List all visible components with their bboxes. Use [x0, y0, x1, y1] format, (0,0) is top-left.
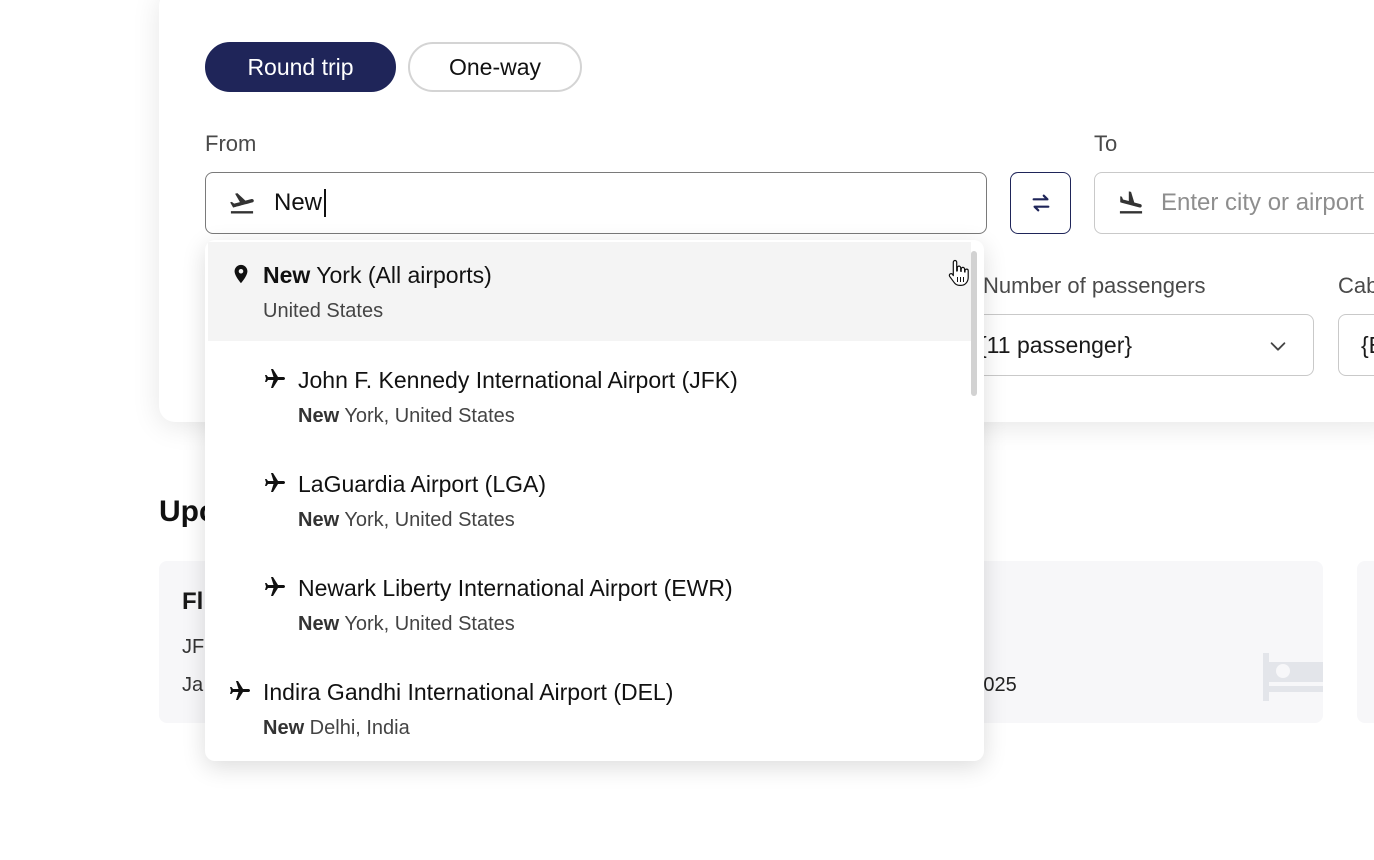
upcoming-trip-card-2[interactable] — [1357, 561, 1374, 723]
match-text: New — [298, 509, 340, 531]
suggestion-name: York (All airports) — [310, 262, 492, 288]
cabin-select[interactable]: {E — [1338, 314, 1374, 376]
suggestion-name: Newark Liberty International Airport (EW… — [298, 575, 733, 601]
suggestion-del[interactable]: Indira Gandhi International Airport (DEL… — [208, 661, 971, 761]
one-way-toggle[interactable]: One-way — [408, 42, 582, 92]
chevron-down-icon — [1270, 342, 1286, 351]
plane-icon — [265, 577, 285, 596]
suggestion-new-york-all[interactable]: New York (All airports) United States — [208, 242, 971, 341]
to-label: To — [1094, 131, 1118, 156]
takeoff-icon — [230, 193, 254, 214]
cabin-label: Cabin — [1338, 273, 1374, 298]
to-input[interactable]: Enter city or airport — [1094, 172, 1374, 234]
trip-card-date: Ja — [182, 674, 204, 696]
from-input[interactable]: New — [205, 172, 987, 234]
suggestion-location: York, United States — [339, 405, 515, 427]
passengers-label: Number of passengers — [983, 273, 1206, 298]
trip-card-route: JF — [182, 636, 205, 658]
suggestion-country: United States — [263, 300, 384, 322]
suggestion-ewr[interactable]: Newark Liberty International Airport (EW… — [208, 557, 971, 657]
trip-card-title: Fl — [182, 588, 204, 615]
to-input-placeholder: Enter city or airport — [1161, 189, 1364, 216]
from-input-value: New — [274, 189, 323, 216]
plane-icon — [265, 369, 285, 388]
plane-icon — [230, 681, 250, 700]
cabin-value: {E — [1361, 331, 1374, 358]
round-trip-toggle[interactable]: Round trip — [205, 42, 396, 92]
hotel-bed-icon — [1263, 653, 1323, 701]
hand-pointer-cursor-icon — [948, 259, 969, 286]
suggestion-location: Delhi, India — [304, 717, 410, 739]
plane-icon — [265, 473, 285, 492]
landing-icon — [1119, 191, 1143, 214]
swap-button[interactable] — [1010, 172, 1071, 234]
airport-suggestions-dropdown: New York (All airports) United States Jo… — [205, 240, 984, 761]
from-label: From — [205, 131, 257, 156]
match-text: New — [298, 613, 340, 635]
passengers-value: {11 passenger} — [979, 331, 1133, 358]
location-pin-icon — [234, 264, 248, 284]
match-text: New — [298, 405, 340, 427]
match-text: New — [263, 262, 311, 288]
swap-arrows-icon — [1032, 194, 1049, 212]
suggestion-lga[interactable]: LaGuardia Airport (LGA) New York, United… — [208, 453, 971, 553]
dropdown-scrollbar[interactable] — [971, 251, 977, 396]
suggestion-location: York, United States — [339, 509, 515, 531]
suggestion-jfk[interactable]: John F. Kennedy International Airport (J… — [208, 349, 971, 449]
suggestion-location: York, United States — [339, 613, 515, 635]
text-caret — [324, 189, 327, 217]
suggestion-name: LaGuardia Airport (LGA) — [298, 471, 547, 497]
passengers-select[interactable]: {11 passenger} — [960, 314, 1314, 376]
suggestion-name: John F. Kennedy International Airport (J… — [298, 367, 738, 393]
match-text: New — [263, 717, 305, 739]
suggestion-name: Indira Gandhi International Airport (DEL… — [263, 679, 674, 705]
